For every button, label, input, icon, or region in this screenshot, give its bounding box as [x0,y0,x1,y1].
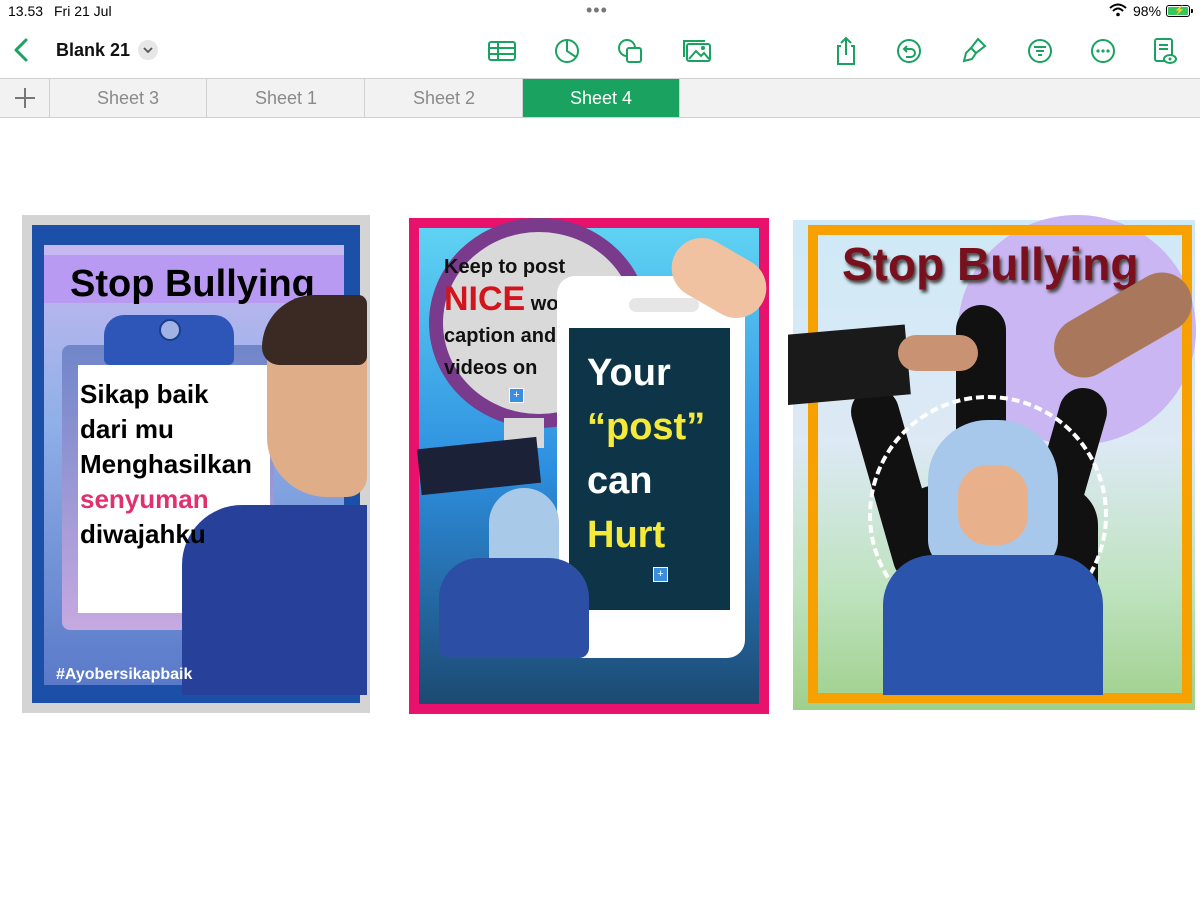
phone-line-your: Your [587,352,671,394]
poster-nice-words[interactable]: Keep to post NICE words, caption and vid… [409,218,769,714]
girl-uniform-image [883,555,1103,695]
filter-icon[interactable] [1024,36,1056,66]
add-content-plus-icon-2[interactable]: + [653,567,668,582]
phone-line-post: “post” [587,406,706,448]
chart-icon[interactable] [551,36,583,66]
phone-line-hurt: Hurt [587,514,666,556]
more-icon[interactable] [1087,36,1119,66]
tab-sheet-2[interactable]: Sheet 2 [366,79,523,117]
battery-percentage: 98% [1133,3,1162,19]
poster-stop-bullying-1[interactable]: Stop Bullying Sikap baik dari mu Menghas… [22,215,370,713]
document-title[interactable]: Blank 21 [56,40,130,61]
poster-message: Sikap baik dari mu Menghasilkan senyuman… [80,377,252,552]
left-hand-image [898,335,978,371]
status-time: 13.53 [8,3,44,19]
phone-message: Your “post” can Hurt [587,346,705,562]
toolbar: Blank 21 [0,26,1200,76]
clipboard-clip [104,315,234,365]
tab-sheet-4[interactable]: Sheet 4 [523,79,680,117]
multitasking-dots-icon[interactable]: ••• [586,0,608,21]
shape-icon[interactable] [614,36,646,66]
poster-hashtag: #Ayobersikapbaik [56,666,193,683]
undo-icon[interactable] [893,36,925,66]
media-icon[interactable] [681,36,713,66]
poster-stop-bullying-2[interactable]: Stop Bullying [788,215,1196,715]
status-bar: 13.53 Fri 21 Jul ••• 98% ⚡ [0,0,1200,24]
message-line-3: Menghasilkan [80,449,252,479]
message-line-1: Sikap baik [80,379,209,409]
add-sheet-button[interactable] [0,79,50,117]
girl-face-image [958,465,1028,545]
left-arm-image [788,324,911,406]
poster-title: Stop Bullying [70,263,315,305]
sheet-tabs: Sheet 3 Sheet 1 Sheet 2 Sheet 4 [0,78,1200,118]
battery-icon: ⚡ [1166,5,1193,17]
phone-speaker [629,298,699,312]
message-line-4: senyuman [80,484,209,514]
nice-word: NICE [444,280,526,318]
tab-sheet-1[interactable]: Sheet 1 [208,79,365,117]
reader-view-icon[interactable] [1148,36,1180,66]
phone-line-can: can [587,460,653,502]
wifi-icon [1109,3,1127,20]
poster-title: Stop Bullying [842,238,1139,290]
table-icon[interactable] [486,36,518,66]
tab-sheet-3[interactable]: Sheet 3 [50,79,207,117]
message-line-2: dari mu [80,414,174,444]
share-icon[interactable] [830,36,862,66]
status-date: Fri 21 Jul [54,3,112,19]
message-line-5: diwajahku [80,519,206,549]
girl-uniform-image [439,558,589,658]
add-content-plus-icon[interactable]: + [509,388,524,403]
back-chevron-icon[interactable] [10,36,34,64]
format-brush-icon[interactable] [958,36,990,66]
chevron-down-icon[interactable] [138,40,158,60]
girl-hijab-image [489,488,559,568]
